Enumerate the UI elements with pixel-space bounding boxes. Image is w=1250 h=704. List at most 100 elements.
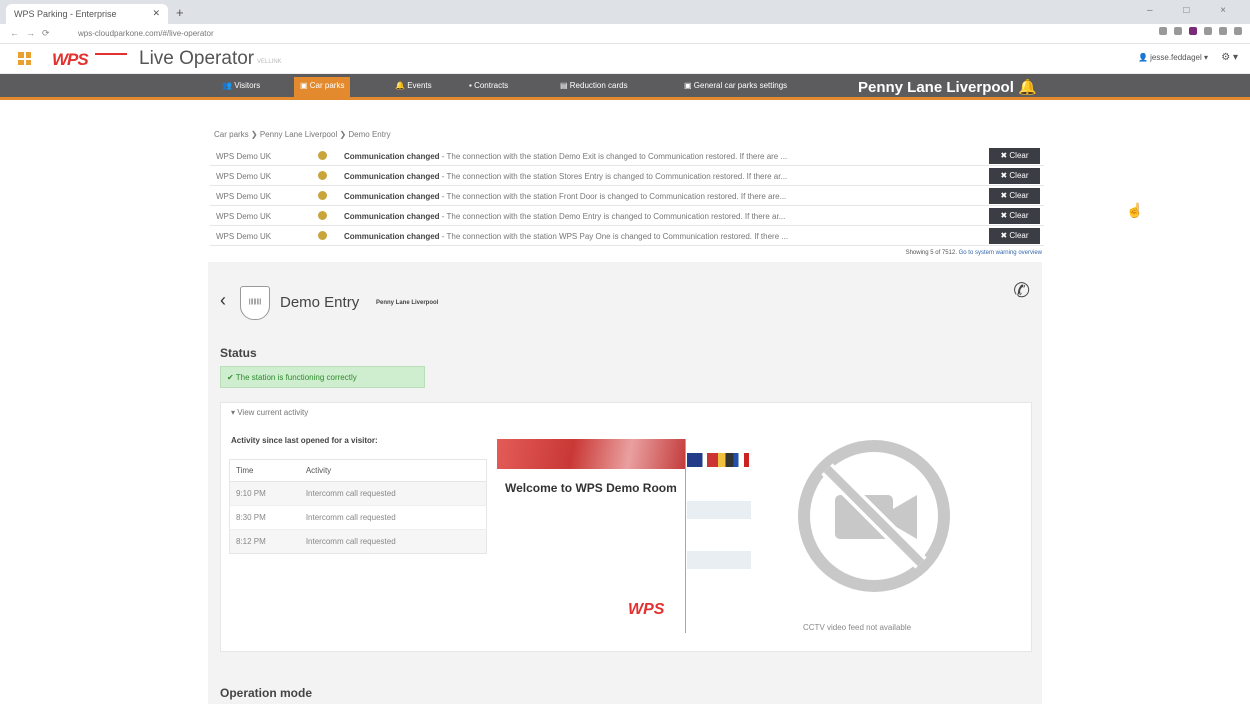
breadcrumb-item[interactable]: Car parks	[214, 130, 249, 139]
alert-title: Communication changed	[344, 232, 440, 241]
station-badge-icon: ||||||||	[240, 286, 270, 320]
profile-icon[interactable]	[1234, 27, 1242, 35]
address-bar: ←→⟳ wps-cloudparkone.com/#/live-operator	[0, 24, 1250, 44]
alert-title: Communication changed	[344, 152, 440, 161]
alerts-count-text: Showing 5 of 7512	[905, 250, 956, 256]
alert-message: Communication changed - The connection w…	[344, 192, 964, 201]
alerts-list: WPS Demo UK Communication changed - The …	[210, 146, 1044, 256]
nav-item-car-parks[interactable]: ▣ Car parks	[294, 77, 351, 97]
table-row: 8:12 PM Intercomm call requested	[229, 529, 487, 554]
nav-item-settings[interactable]: ▣ General car parks settings	[684, 81, 787, 90]
alert-text: - The connection with the station Demo E…	[439, 152, 788, 161]
alert-row: WPS Demo UK Communication changed - The …	[210, 166, 1044, 186]
back-icon[interactable]: ‹	[220, 290, 226, 311]
alert-row: WPS Demo UK Communication changed - The …	[210, 226, 1044, 246]
nav-label: General car parks settings	[693, 81, 788, 90]
nav-item-contracts[interactable]: ▪ Contracts	[469, 81, 508, 90]
location-title[interactable]: Penny Lane Liverpool 🔔	[858, 78, 1037, 96]
alerts-count: Showing 5 of 7512. Go to system warning …	[905, 250, 1042, 256]
alert-title: Communication changed	[344, 212, 440, 221]
window-controls[interactable]: – □ ×	[1147, 5, 1240, 16]
kiosk-screen-preview: Welcome to WPS Demo Room WPS	[497, 439, 751, 633]
status-heading: Status	[220, 346, 257, 360]
extension-icons	[1159, 27, 1242, 35]
cell-activity: Intercomm call requested	[299, 505, 487, 530]
cell-time: 9:10 PM	[229, 481, 300, 506]
nav-label: Contracts	[474, 81, 509, 90]
clear-button[interactable]: ✖ Clear	[989, 148, 1040, 164]
gear-icon[interactable]: ⚙ ▾	[1221, 52, 1238, 63]
table-row: 9:10 PM Intercomm call requested	[229, 481, 487, 506]
puzzle-icon[interactable]	[1219, 27, 1227, 35]
warning-icon	[318, 191, 327, 200]
user-name: jesse.feddagel	[1150, 53, 1202, 62]
user-menu[interactable]: 👤 jesse.feddagel ▾	[1138, 53, 1208, 62]
cctv-caption: CCTV video feed not available	[803, 623, 912, 632]
alert-row: WPS Demo UK Communication changed - The …	[210, 186, 1044, 206]
nav-item-visitors[interactable]: 👥 Visitors	[222, 81, 260, 90]
alert-message: Communication changed - The connection w…	[344, 152, 964, 161]
close-tab-icon[interactable]: ✕	[152, 8, 160, 19]
app-header: WPS Live Operator VELLINK 👤 jesse.feddag…	[0, 44, 1250, 74]
location-name: Penny Lane Liverpool	[858, 79, 1014, 96]
alert-title: Communication changed	[344, 172, 440, 181]
extension-icon[interactable]	[1204, 27, 1212, 35]
nav-item-reduction-cards[interactable]: ▤ Reduction cards	[560, 81, 628, 90]
extension-icon[interactable]	[1189, 27, 1197, 35]
breadcrumb-item[interactable]: Penny Lane Liverpool	[260, 130, 337, 139]
col-time-header: Time	[229, 459, 300, 482]
user-icon: 👤	[1137, 53, 1151, 62]
cell-time: 8:30 PM	[229, 505, 300, 530]
operation-mode-heading: Operation mode	[220, 686, 313, 700]
alert-message: Communication changed - The connection w…	[344, 172, 964, 181]
status-badge: ✔ The station is functioning correctly	[220, 366, 425, 388]
apps-grid-icon[interactable]	[18, 52, 31, 65]
kiosk-banner	[497, 439, 685, 469]
cell-time: 8:12 PM	[229, 529, 300, 554]
clear-button[interactable]: ✖ Clear	[989, 168, 1040, 184]
star-icon[interactable]	[1174, 27, 1182, 35]
browser-tab-title: WPS Parking - Enterprise	[14, 9, 117, 19]
url-field[interactable]: wps-cloudparkone.com/#/live-operator	[78, 29, 214, 38]
kiosk-wps-logo: WPS	[628, 601, 665, 618]
browser-tab[interactable]: WPS Parking - Enterprise ✕	[6, 4, 168, 24]
breadcrumb: Car parks ❯ Penny Lane Liverpool ❯ Demo …	[214, 130, 391, 139]
station-location: Penny Lane Liverpool	[376, 300, 439, 306]
no-video-icon	[798, 440, 950, 592]
alert-title: Communication changed	[344, 192, 440, 201]
clear-button[interactable]: ✖ Clear	[989, 228, 1040, 244]
activity-heading: Activity since last opened for a visitor…	[231, 436, 378, 445]
browser-tabstrip: WPS Parking - Enterprise ✕ + – □ ×	[0, 0, 1250, 24]
overview-link[interactable]: Go to system warning overview	[959, 250, 1042, 256]
new-tab-icon[interactable]: +	[176, 5, 184, 20]
app-version: VELLINK	[257, 59, 282, 65]
alert-text: - The connection with the station Stores…	[439, 172, 788, 181]
nav-label: Events	[407, 81, 432, 90]
nav-label: Car parks	[309, 81, 345, 90]
clear-button[interactable]: ✖ Clear	[989, 208, 1040, 224]
phone-call-icon[interactable]: ✆	[1013, 278, 1030, 303]
warning-icon	[318, 151, 327, 160]
alert-source: WPS Demo UK	[216, 212, 272, 221]
alert-text: - The connection with the station WPS Pa…	[439, 232, 789, 241]
key-icon[interactable]	[1159, 27, 1167, 35]
nav-item-events[interactable]: 🔔 Events	[395, 81, 432, 90]
view-activity-toggle[interactable]: ▾ View current activity	[231, 408, 308, 417]
kiosk-divider	[685, 439, 686, 633]
clear-button[interactable]: ✖ Clear	[989, 188, 1040, 204]
cell-activity: Intercomm call requested	[299, 529, 487, 554]
kiosk-welcome: Welcome to WPS Demo Room	[505, 481, 677, 495]
bell-icon[interactable]: 🔔	[1018, 79, 1037, 96]
language-flags-icon	[687, 453, 749, 467]
station-title: Demo Entry	[280, 294, 360, 311]
col-activity-header: Activity	[299, 459, 487, 482]
alert-text: - The connection with the station Front …	[439, 192, 787, 201]
alert-source: WPS Demo UK	[216, 232, 272, 241]
station-panel: ‹ |||||||| Demo Entry Penny Lane Liverpo…	[208, 262, 1042, 704]
cell-activity: Intercomm call requested	[299, 481, 487, 506]
browser-nav-icons[interactable]: ←→⟳	[10, 28, 57, 39]
alert-source: WPS Demo UK	[216, 172, 272, 181]
main-nav: 👥 Visitors ▣ Car parks 🔔 Events ▪ Contra…	[0, 74, 1250, 100]
alert-source: WPS Demo UK	[216, 192, 272, 201]
wps-logo: WPS	[52, 50, 89, 69]
